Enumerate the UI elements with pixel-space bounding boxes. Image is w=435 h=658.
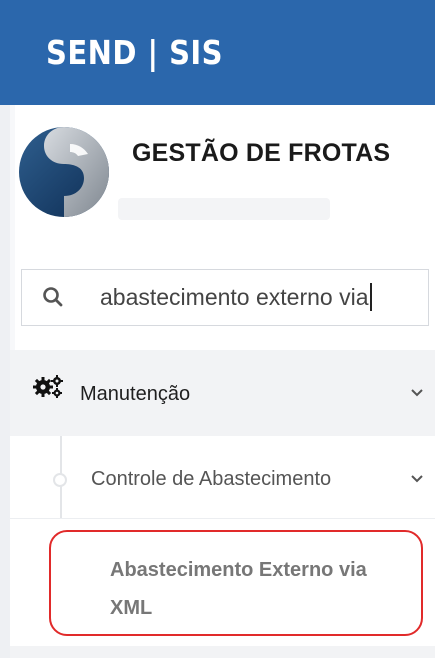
top-header-bar: SEND | SIS xyxy=(0,0,435,105)
app-title: GESTÃO DE FROTAS xyxy=(132,139,391,167)
search-value: abastecimento externo via xyxy=(100,284,369,310)
chevron-down-icon[interactable] xyxy=(410,474,424,484)
submenu-item-controle-abastecimento[interactable]: Controle de Abastecimento xyxy=(91,468,331,491)
sidebar-edge xyxy=(0,105,10,658)
gears-icon xyxy=(33,375,63,398)
search-icon xyxy=(43,287,63,307)
user-info-blurred xyxy=(118,198,330,220)
sidebar-item-label: Manutenção xyxy=(80,383,191,405)
sidebar-bottom-strip xyxy=(10,646,435,658)
sidebar-item-manutencao[interactable]: Manutenção xyxy=(10,350,435,436)
brand-title[interactable]: SEND | SIS xyxy=(46,33,223,72)
company-logo xyxy=(19,127,109,217)
text-cursor xyxy=(369,283,372,311)
divider xyxy=(10,518,435,519)
chevron-down-icon xyxy=(411,389,423,397)
tree-node-dot xyxy=(53,473,67,487)
search-input-text[interactable]: abastecimento externo via xyxy=(100,283,372,311)
menu-item-abastecimento-externo-xml[interactable]: Abastecimento Externo via XML xyxy=(110,551,410,627)
sidebar-inner-edge xyxy=(10,105,15,350)
menu-search-input[interactable]: abastecimento externo via xyxy=(21,269,429,326)
